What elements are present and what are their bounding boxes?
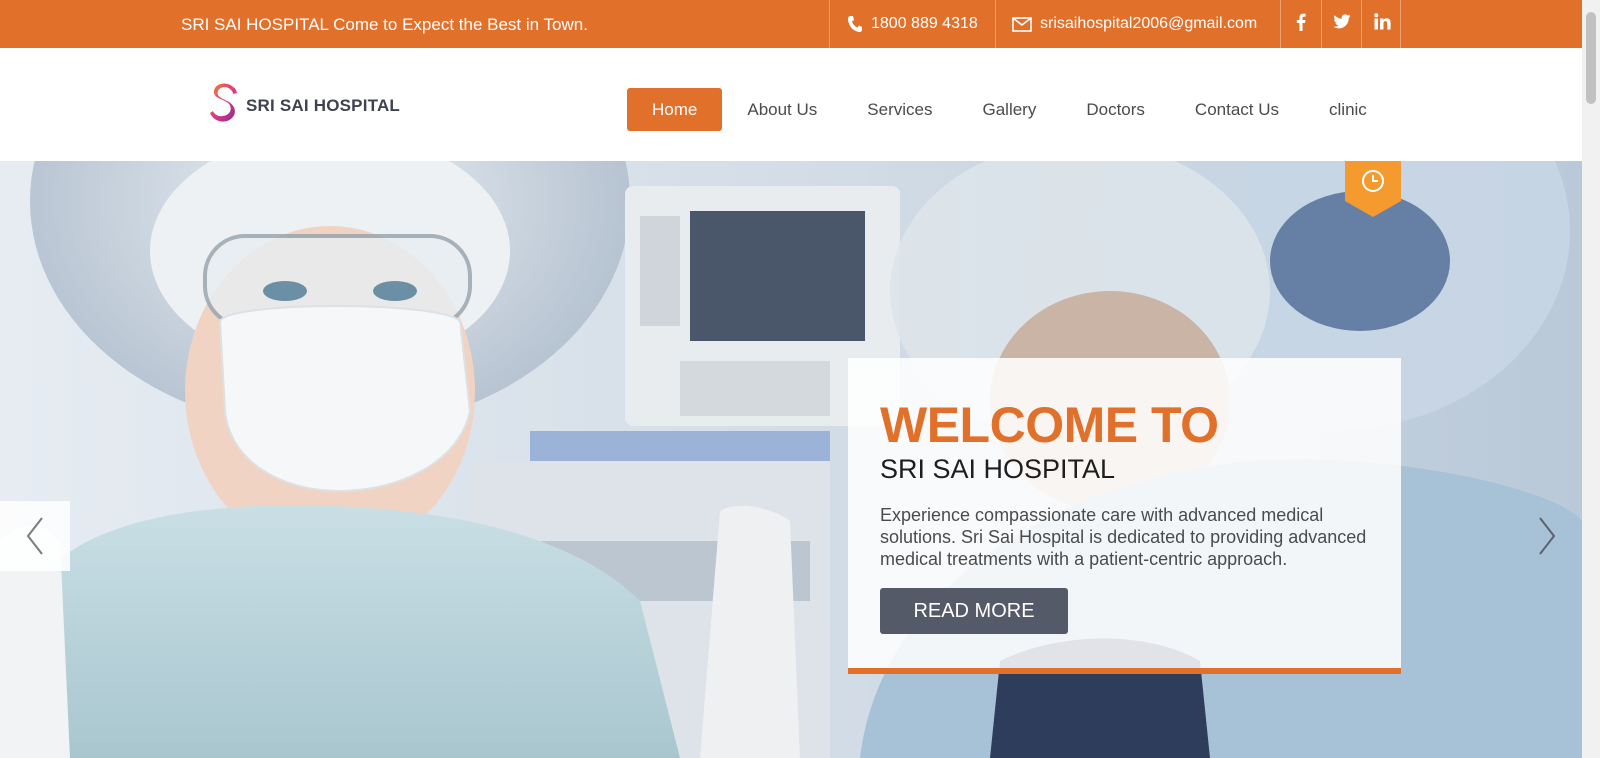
welcome-title: WELCOME TO — [880, 397, 1219, 453]
main-nav: Home About Us Services Gallery Doctors C… — [627, 88, 1392, 131]
logo-text: SRI SAI HOSPITAL — [246, 95, 401, 115]
nav-services[interactable]: Services — [842, 88, 957, 131]
nav-home[interactable]: Home — [627, 88, 723, 131]
linkedin-link[interactable] — [1361, 0, 1402, 48]
read-more-button[interactable]: READ MORE — [880, 588, 1068, 634]
top-bar: SRI SAI HOSPITAL Come to Expect the Best… — [0, 0, 1582, 48]
phone-number: 1800 889 4318 — [871, 15, 978, 32]
welcome-subtitle: SRI SAI HOSPITAL — [880, 454, 1116, 484]
nav-gallery[interactable]: Gallery — [957, 88, 1061, 131]
chevron-right-icon — [1539, 517, 1556, 555]
envelope-icon — [1012, 16, 1032, 32]
welcome-panel: WELCOME TO SRI SAI HOSPITAL Experience c… — [848, 358, 1401, 674]
phone-icon — [847, 15, 863, 33]
nav-clinic[interactable]: clinic — [1304, 88, 1392, 131]
next-slide-button[interactable] — [1512, 501, 1582, 571]
nav-contact-us[interactable]: Contact Us — [1170, 88, 1304, 131]
chevron-left-icon — [26, 517, 43, 555]
nav-doctors[interactable]: Doctors — [1061, 88, 1170, 131]
phone-contact[interactable]: 1800 889 4318 — [829, 0, 1009, 48]
welcome-description: Experience compassionate care with advan… — [880, 505, 1367, 569]
twitter-icon — [1333, 14, 1351, 34]
site-header: SRI SAI HOSPITAL Home About Us Services … — [0, 48, 1582, 161]
clock-tab[interactable] — [1345, 161, 1401, 217]
logo[interactable]: SRI SAI HOSPITAL — [207, 81, 400, 130]
page-scrollbar[interactable] — [1582, 0, 1600, 758]
email-contact[interactable]: srisaihospital2006@gmail.com — [995, 0, 1281, 48]
logo-icon — [207, 81, 241, 130]
scrollbar-thumb[interactable] — [1586, 12, 1596, 104]
topbar-divider — [1400, 0, 1401, 48]
clock-icon — [1345, 161, 1401, 217]
linkedin-icon — [1373, 13, 1391, 35]
tagline: SRI SAI HOSPITAL Come to Expect the Best… — [181, 15, 588, 34]
twitter-link[interactable] — [1321, 0, 1362, 48]
prev-slide-button[interactable] — [0, 501, 70, 571]
hero-slider: WELCOME TO SRI SAI HOSPITAL Experience c… — [0, 161, 1582, 758]
email-address: srisaihospital2006@gmail.com — [1040, 15, 1258, 32]
facebook-link[interactable] — [1280, 0, 1321, 48]
nav-about-us[interactable]: About Us — [722, 88, 842, 131]
facebook-icon — [1296, 13, 1306, 36]
